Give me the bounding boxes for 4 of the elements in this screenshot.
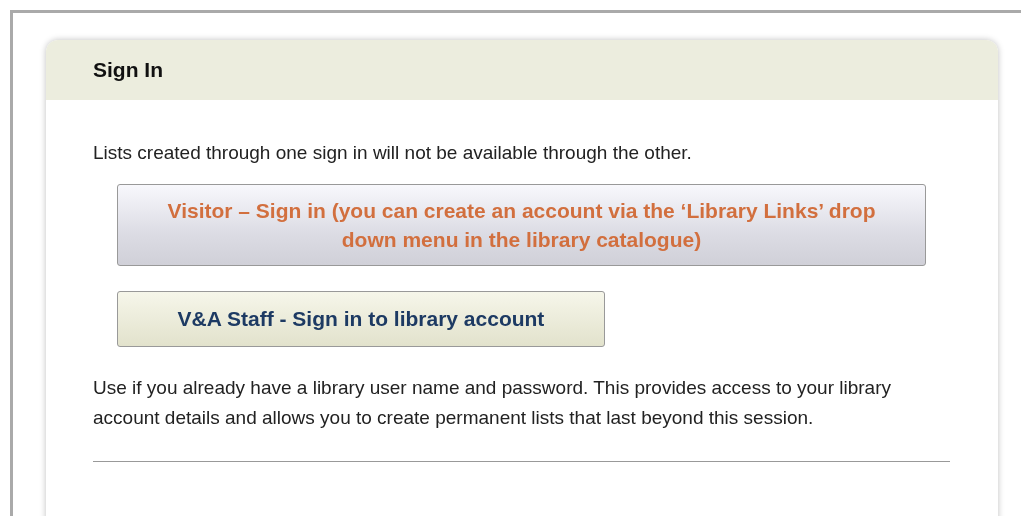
- panel-title: Sign In: [93, 58, 163, 82]
- staff-sign-in-button[interactable]: V&A Staff - Sign in to library account: [117, 291, 605, 347]
- note-text: Use if you already have a library user name and password. This provides access to your library account details and allows you to create permanent lists that last beyond this session.: [93, 376, 893, 430]
- intro-text: Lists created through one sign in will not be available through the other.: [93, 142, 693, 164]
